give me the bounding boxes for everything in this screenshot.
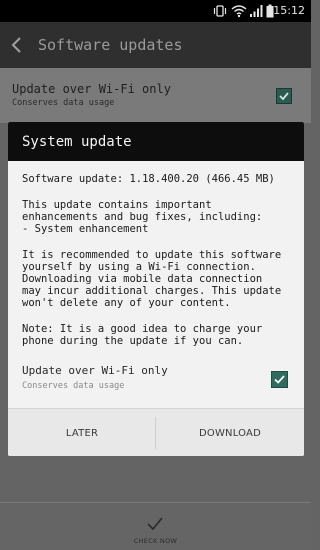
checkmark-icon (279, 92, 289, 101)
description-line: This update contains important (22, 199, 212, 211)
description-line: enhancements and bug fixes, including: (22, 211, 263, 223)
description-line: - System enhancement (22, 223, 149, 235)
dialog-title: System update (22, 134, 132, 150)
recommendation-line: It is recommended to update this softwar… (22, 249, 282, 261)
note-line: Note: It is a good idea to charge your (22, 323, 263, 335)
dialog-wifi-only-sublabel: Conserves data usage (22, 381, 125, 391)
version-line: Software update: 1.18.400.20 (466.45 MB) (22, 173, 275, 185)
download-button[interactable]: DOWNLOAD (156, 409, 304, 456)
recommendation-line: won't delete any of your content. (22, 297, 231, 309)
vibrate-icon (213, 5, 227, 17)
wifi-icon (231, 5, 247, 18)
wifi-only-setting-row[interactable]: Update over Wi-Fi only Conserves data us… (0, 68, 311, 123)
checkmark-icon (274, 375, 285, 384)
recommendation-line: Downloading via mobile data connection (22, 273, 263, 285)
dialog-header: System update (8, 122, 304, 161)
later-button[interactable]: LATER (8, 409, 156, 456)
wifi-only-setting-sublabel: Conserves data usage (12, 98, 115, 108)
system-update-dialog: System update Software update: 1.18.400.… (8, 122, 304, 456)
dialog-wifi-only-label: Update over Wi-Fi only (22, 364, 168, 377)
wifi-only-setting-label: Update over Wi-Fi only (12, 82, 171, 96)
signal-icon (250, 5, 263, 17)
check-now-button-label: CHECK NOW (133, 537, 178, 545)
page-title: Software updates (38, 36, 183, 54)
dialog-button-row: LATER DOWNLOAD (8, 408, 304, 456)
app-bar: Software updates (0, 22, 311, 68)
bottom-bar[interactable]: CHECK NOW (0, 502, 311, 550)
clock: 15:12 (273, 4, 305, 17)
dialog-wifi-only-checkbox[interactable] (271, 371, 288, 388)
wifi-only-setting-checkbox[interactable] (276, 88, 292, 104)
recommendation-line: may incur additional charges. This updat… (22, 285, 282, 297)
status-bar: 15:12 (0, 0, 311, 22)
note-line: phone during the update if you can. (22, 335, 244, 347)
checkmark-icon (147, 517, 163, 531)
back-arrow-icon[interactable] (10, 36, 24, 54)
recommendation-line: yourself by using a Wi-Fi connection. (22, 261, 256, 273)
